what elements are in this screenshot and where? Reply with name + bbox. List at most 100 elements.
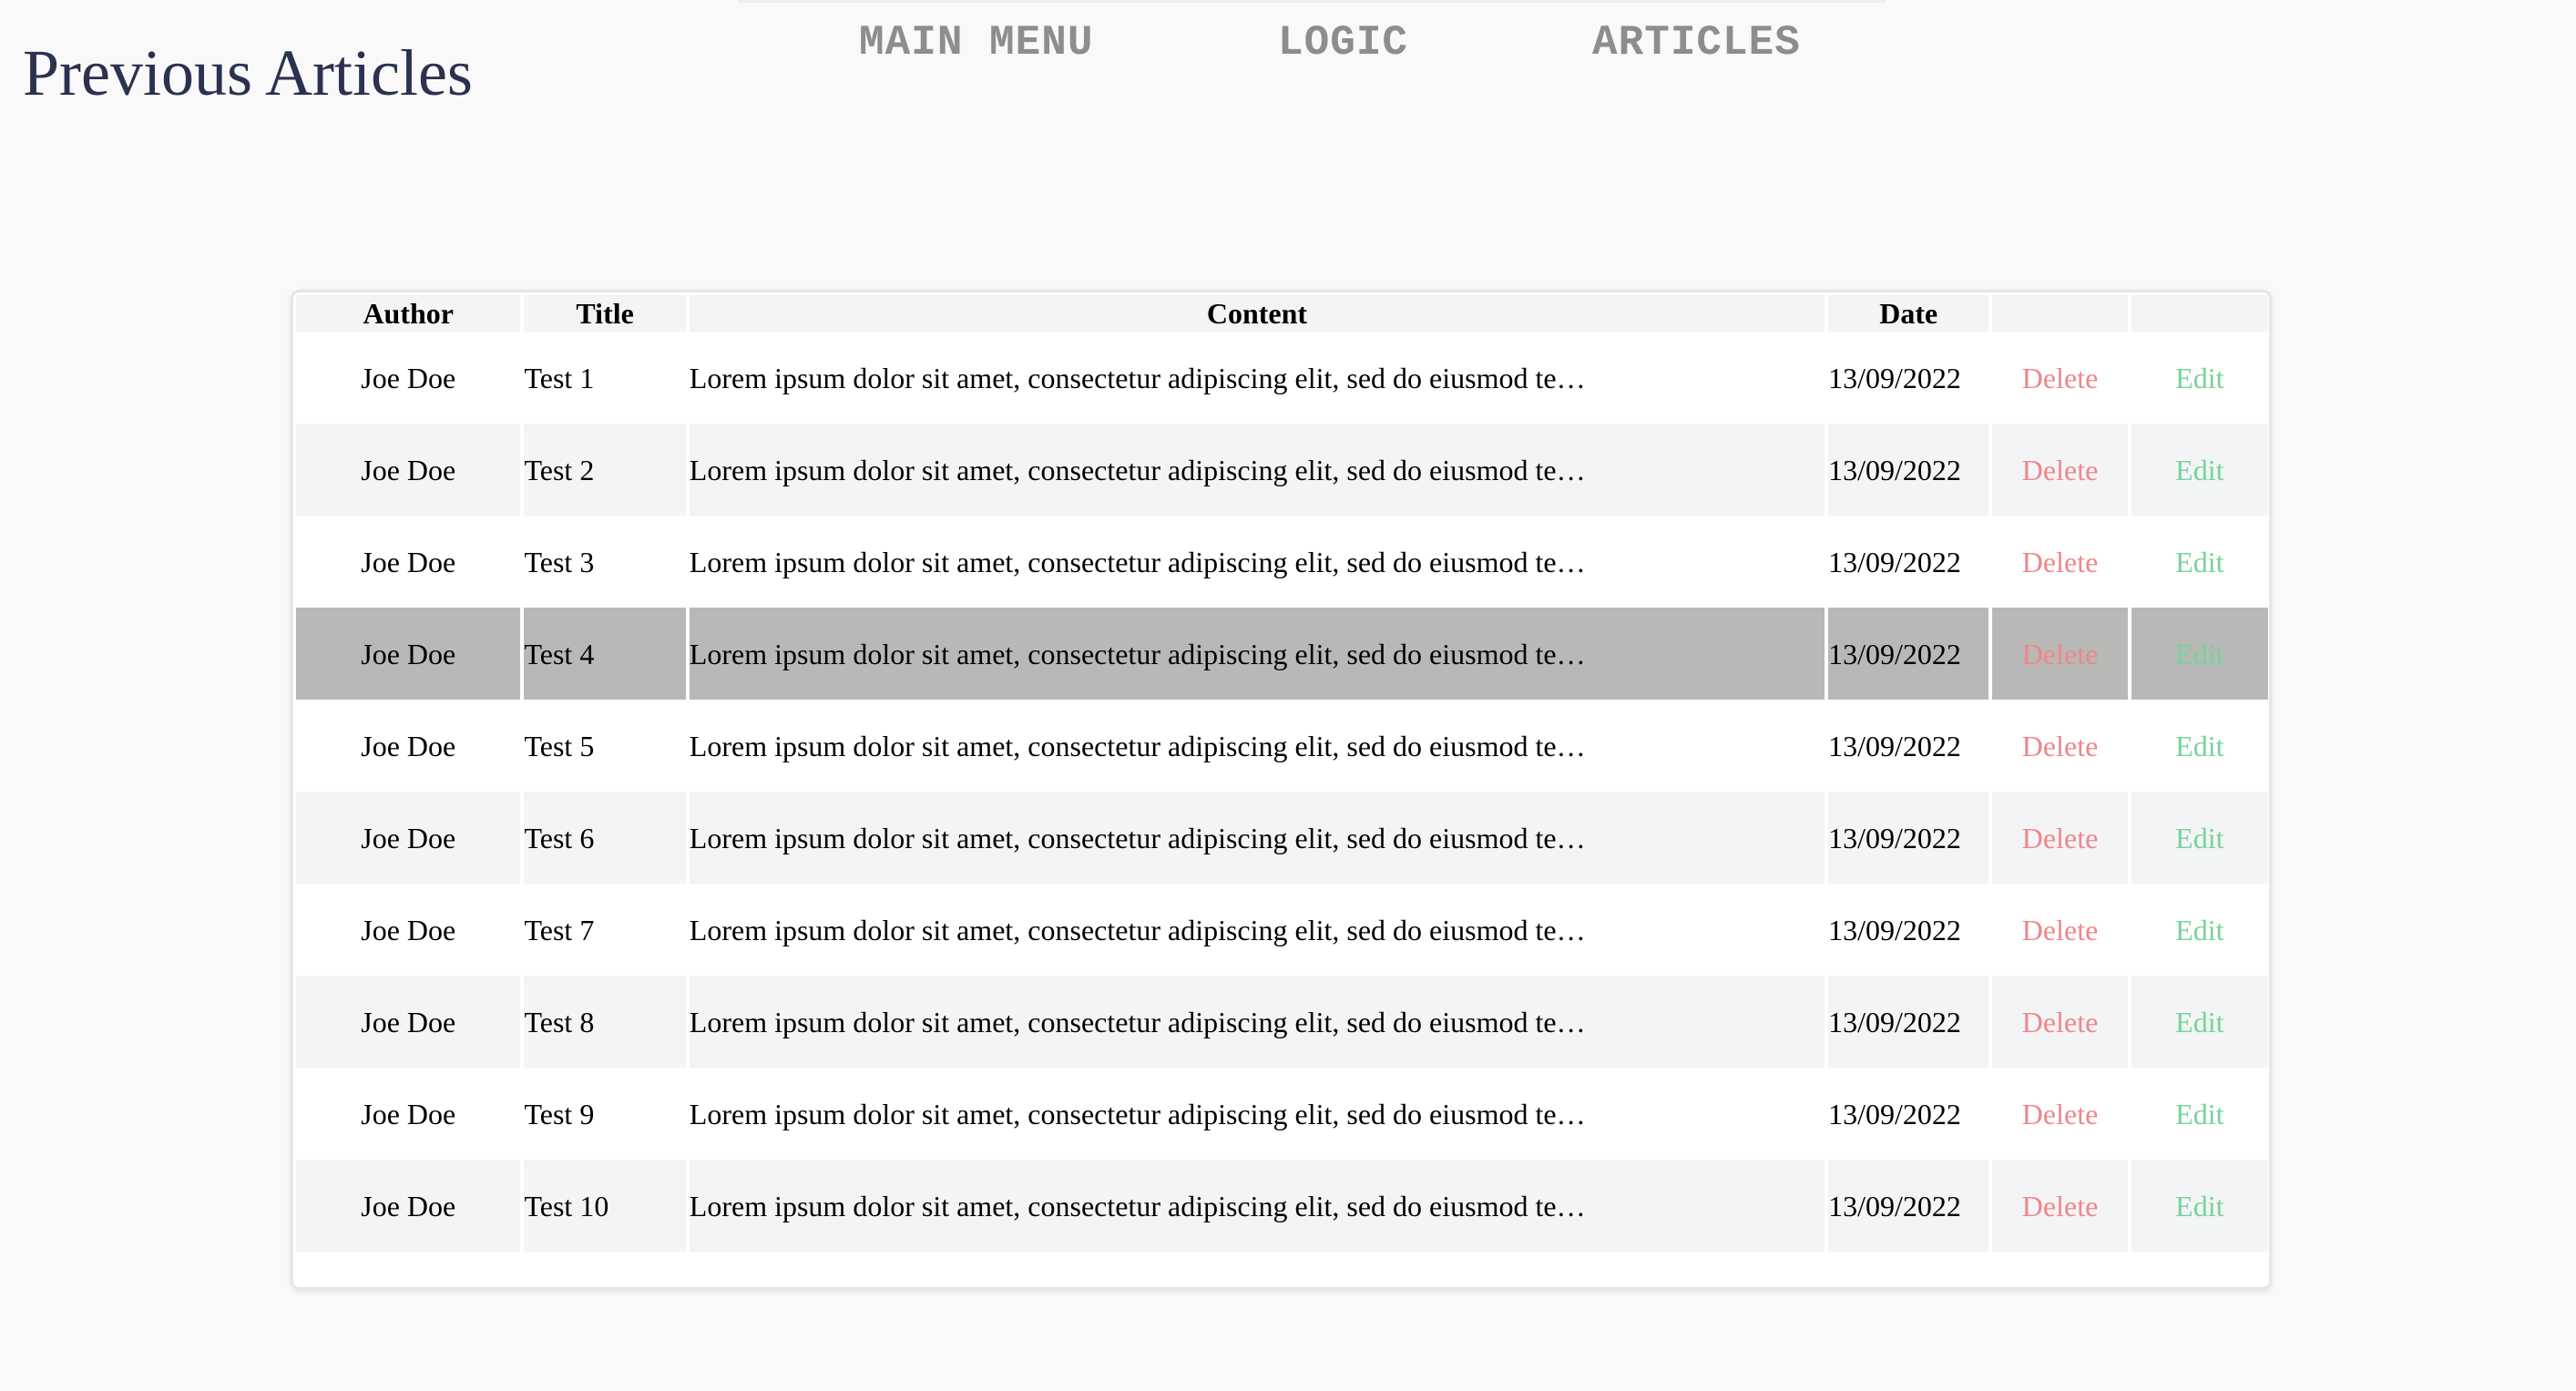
delete-button[interactable]: Delete (2022, 454, 2099, 486)
cell-content: Lorem ipsum dolor sit amet, consectetur … (689, 1068, 1825, 1160)
table-row[interactable]: Joe Doe Test 10 Lorem ipsum dolor sit amet… (296, 1160, 2268, 1252)
edit-button[interactable]: Edit (2175, 1098, 2223, 1130)
edit-button[interactable]: Edit (2175, 822, 2223, 854)
cell-edit: Edit (2131, 1068, 2268, 1160)
nav-logic[interactable]: LOGIC (1278, 14, 1408, 72)
cell-title: Test 8 (524, 976, 686, 1068)
cell-delete: Delete (1992, 1068, 2128, 1160)
cell-content: Lorem ipsum dolor sit amet, consectetur … (689, 332, 1825, 424)
top-nav: MAIN MENU LOGIC ARTICLES (738, 0, 1886, 85)
cell-author: Joe Doe (296, 976, 521, 1068)
cell-content: Lorem ipsum dolor sit amet, consectetur … (689, 884, 1825, 976)
delete-button[interactable]: Delete (2022, 1190, 2099, 1222)
table-row[interactable]: Joe Doe Test 2 Lorem ipsum dolor sit amet,… (296, 424, 2268, 516)
table-header-row: Author Title Content Date (296, 295, 2268, 332)
cell-content: Lorem ipsum dolor sit amet, consectetur … (689, 976, 1825, 1068)
cell-date: 13/09/2022 (1828, 332, 1989, 424)
cell-delete: Delete (1992, 976, 2128, 1068)
edit-button[interactable]: Edit (2175, 914, 2223, 946)
cell-date: 13/09/2022 (1828, 792, 1989, 884)
nav-main-menu[interactable]: MAIN MENU (859, 14, 1093, 72)
table-body: Joe Doe Test 1 Lorem ipsum dolor sit amet,… (296, 332, 2268, 1252)
delete-button[interactable]: Delete (2022, 730, 2099, 762)
delete-button[interactable]: Delete (2022, 546, 2099, 578)
cell-author: Joe Doe (296, 1068, 521, 1160)
cell-edit: Edit (2131, 884, 2268, 976)
edit-button[interactable]: Edit (2175, 730, 2223, 762)
column-header-title: Title (524, 295, 686, 332)
cell-author: Joe Doe (296, 424, 521, 516)
column-header-delete (1992, 295, 2128, 332)
cell-delete: Delete (1992, 608, 2128, 700)
cell-delete: Delete (1992, 332, 2128, 424)
edit-button[interactable]: Edit (2175, 638, 2223, 670)
cell-content: Lorem ipsum dolor sit amet, consectetur … (689, 424, 1825, 516)
table-row[interactable]: Joe Doe Test 6 Lorem ipsum dolor sit amet,… (296, 792, 2268, 884)
edit-button[interactable]: Edit (2175, 546, 2223, 578)
cell-edit: Edit (2131, 700, 2268, 792)
cell-author: Joe Doe (296, 608, 521, 700)
cell-date: 13/09/2022 (1828, 516, 1989, 608)
cell-title: Test 2 (524, 424, 686, 516)
edit-button[interactable]: Edit (2175, 362, 2223, 394)
cell-edit: Edit (2131, 332, 2268, 424)
cell-content: Lorem ipsum dolor sit amet, consectetur … (689, 1160, 1825, 1252)
edit-button[interactable]: Edit (2175, 454, 2223, 486)
column-header-edit (2131, 295, 2268, 332)
column-header-content: Content (689, 295, 1825, 332)
cell-content: Lorem ipsum dolor sit amet, consectetur … (689, 792, 1825, 884)
table-row[interactable]: Joe Doe Test 5 Lorem ipsum dolor sit amet,… (296, 700, 2268, 792)
cell-date: 13/09/2022 (1828, 1068, 1989, 1160)
delete-button[interactable]: Delete (2022, 914, 2099, 946)
cell-delete: Delete (1992, 792, 2128, 884)
cell-content: Lorem ipsum dolor sit amet, consectetur … (689, 516, 1825, 608)
cell-edit: Edit (2131, 792, 2268, 884)
cell-date: 13/09/2022 (1828, 424, 1989, 516)
articles-table-card: Author Title Content Date Joe Doe Test 1L… (291, 290, 2272, 1290)
cell-author: Joe Doe (296, 884, 521, 976)
table-row[interactable]: Joe Doe Test 7 Lorem ipsum dolor sit amet,… (296, 884, 2268, 976)
cell-author: Joe Doe (296, 1160, 521, 1252)
cell-edit: Edit (2131, 1160, 2268, 1252)
cell-delete: Delete (1992, 516, 2128, 608)
cell-date: 13/09/2022 (1828, 700, 1989, 792)
cell-title: Test 7 (524, 884, 686, 976)
table-row[interactable]: Joe Doe Test 4 Lorem ipsum dolor sit amet,… (296, 608, 2268, 700)
cell-date: 13/09/2022 (1828, 1160, 1989, 1252)
table-row[interactable]: Joe Doe Test 9 Lorem ipsum dolor sit amet,… (296, 1068, 2268, 1160)
table-row[interactable]: Joe Doe Test 8 Lorem ipsum dolor sit amet,… (296, 976, 2268, 1068)
page-title: Previous Articles (23, 36, 473, 109)
cell-title: Test 9 (524, 1068, 686, 1160)
cell-content: Lorem ipsum dolor sit amet, consectetur … (689, 700, 1825, 792)
cell-edit: Edit (2131, 424, 2268, 516)
cell-author: Joe Doe (296, 700, 521, 792)
table-row[interactable]: Joe Doe Test 1 Lorem ipsum dolor sit amet,… (296, 332, 2268, 424)
cell-edit: Edit (2131, 516, 2268, 608)
cell-edit: Edit (2131, 608, 2268, 700)
cell-title: Test 4 (524, 608, 686, 700)
cell-delete: Delete (1992, 424, 2128, 516)
cell-title: Test 1 (524, 332, 686, 424)
cell-author: Joe Doe (296, 792, 521, 884)
cell-delete: Delete (1992, 700, 2128, 792)
cell-date: 13/09/2022 (1828, 976, 1989, 1068)
delete-button[interactable]: Delete (2022, 638, 2099, 670)
delete-button[interactable]: Delete (2022, 822, 2099, 854)
edit-button[interactable]: Edit (2175, 1190, 2223, 1222)
delete-button[interactable]: Delete (2022, 1098, 2099, 1130)
delete-button[interactable]: Delete (2022, 1006, 2099, 1038)
delete-button[interactable]: Delete (2022, 362, 2099, 394)
cell-date: 13/09/2022 (1828, 884, 1989, 976)
nav-articles[interactable]: ARTICLES (1592, 14, 1801, 72)
column-header-date: Date (1828, 295, 1989, 332)
cell-date: 13/09/2022 (1828, 608, 1989, 700)
cell-content: Lorem ipsum dolor sit amet, consectetur … (689, 608, 1825, 700)
cell-title: Test 5 (524, 700, 686, 792)
cell-title: Test 6 (524, 792, 686, 884)
column-header-author: Author (296, 295, 521, 332)
cell-title: Test 3 (524, 516, 686, 608)
cell-author: Joe Doe (296, 332, 521, 424)
cell-edit: Edit (2131, 976, 2268, 1068)
table-row[interactable]: Joe Doe Test 3 Lorem ipsum dolor sit amet,… (296, 516, 2268, 608)
edit-button[interactable]: Edit (2175, 1006, 2223, 1038)
